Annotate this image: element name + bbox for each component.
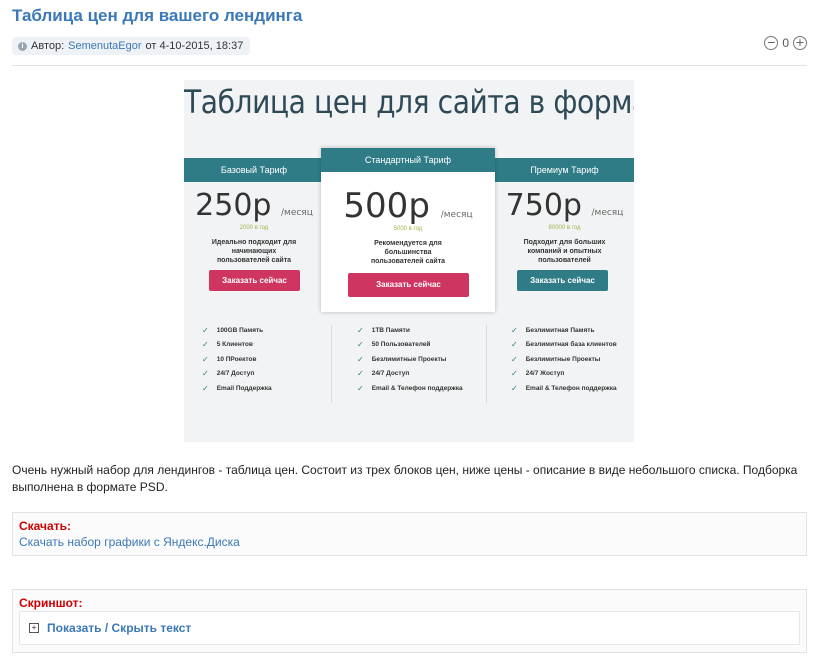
check-icon: ✓ — [357, 340, 364, 350]
meta-prefix: Автор: — [31, 40, 65, 52]
spoiler-toggle[interactable]: + Показать / Скрыть текст — [19, 611, 800, 645]
plan-year: 80000 в год — [548, 225, 581, 231]
article-meta: i Автор: SemenutaEgor от 4-10-2015, 18:3… — [12, 37, 251, 55]
rate-up-icon[interactable]: + — [793, 36, 807, 50]
check-icon: ✓ — [357, 383, 364, 393]
check-icon: ✓ — [202, 340, 209, 350]
rate-down-icon[interactable]: − — [764, 36, 779, 50]
download-label: Скачать: — [19, 519, 71, 533]
feature-list-basic: ✓ 100GB Память ✓ 5 Клиентов ✓ 10 ПРоектов ✓… — [202, 323, 272, 396]
info-icon: i — [18, 41, 27, 51]
feature-item: ✓ Безлимитные Проекты — [511, 354, 601, 364]
plan-price: 250р /месяц — [195, 188, 313, 223]
check-icon: ✓ — [357, 325, 364, 335]
check-icon: ✓ — [202, 325, 209, 335]
check-icon: ✓ — [511, 383, 518, 393]
check-icon: ✓ — [202, 383, 209, 393]
check-icon: ✓ — [202, 354, 209, 364]
screenshot-box: Скриншот: + Показать / Скрыть текст — [12, 589, 807, 653]
header-divider — [12, 65, 807, 66]
check-icon: ✓ — [202, 369, 209, 379]
plan-card-premium: Премиум Тариф 750р /месяц 80000 в год По… — [495, 158, 634, 308]
feature-item: ✓ 24/7 Доступ — [202, 369, 255, 379]
feature-item: ✓ Безлимитная Память — [511, 325, 595, 335]
feature-item: ✓ 5 Клиентов — [202, 340, 253, 350]
plan-price: 500р /месяц — [343, 186, 473, 226]
check-icon: ✓ — [511, 325, 518, 335]
feature-item: ✓ 1ТВ Памяти — [357, 325, 410, 335]
meta-date: от 4-10-2015, 18:37 — [145, 40, 244, 52]
article-description: Очень нужный набор для лендингов - табли… — [12, 463, 798, 494]
rating-widget: − 0 + — [764, 36, 807, 50]
feature-item: ✓ Email & Телефон поддержка — [511, 383, 617, 393]
plan-price: 750р /месяц — [505, 188, 624, 223]
feature-list-standard: ✓ 1ТВ Памяти ✓ 50 Пользователей ✓ Безлимитн… — [357, 323, 463, 396]
rating-value: 0 — [782, 36, 789, 50]
plan-name: Базовый Тариф — [220, 165, 288, 175]
feature-item: ✓ Email Поддержка — [202, 383, 272, 393]
screenshot-label: Скриншот: — [19, 596, 83, 610]
article-title[interactable]: Таблица цен для вашего лендинга — [12, 6, 302, 26]
feature-item: ✓ 10 ПРоектов — [202, 354, 257, 364]
feature-divider — [486, 325, 487, 403]
order-button: Заказать сейчас — [348, 273, 469, 297]
feature-list-premium: ✓ Безлимитная Память ✓ Безлимитная база кл… — [511, 323, 617, 396]
promo-heading: Таблица цен для сайта в формате PSD — [184, 83, 634, 121]
plan-desc: Рекомендуется для большинства пользователе… — [370, 240, 446, 265]
download-link[interactable]: Скачать набор графики с Яндекс.Диска — [19, 535, 240, 549]
order-button: Заказать сейчас — [209, 270, 300, 291]
feature-item: ✓ 24/7 Жоступ — [511, 369, 565, 379]
plan-year: 5000 в год — [393, 226, 423, 232]
promo-image: Таблица цен для сайта в формате PSD Базо… — [184, 80, 634, 442]
plan-desc: Идеально подходит для начинающих пользоват… — [211, 239, 297, 264]
author-link[interactable]: SemenutaEgor — [68, 40, 141, 52]
download-box: Скачать: Скачать набор графики с Яндекс.… — [12, 512, 807, 556]
feature-item: ✓ 100GB Память — [202, 325, 264, 335]
plan-name: Стандартный Тариф — [321, 148, 495, 172]
check-icon: ✓ — [511, 340, 518, 350]
plan-card-standard: Стандартный Тариф 500р /месяц 5000 в год… — [321, 148, 495, 312]
feature-item: ✓ Email & Телефон поддержка — [357, 383, 463, 393]
plan-year: 2000 в год — [239, 225, 269, 231]
spoiler-toggle-text[interactable]: Показать / Скрыть текст — [47, 621, 191, 635]
check-icon: ✓ — [511, 369, 518, 379]
feature-item: ✓ Безлимитная база клиентов — [511, 340, 617, 350]
feature-item: ✓ 50 Пользователей — [357, 340, 431, 350]
plan-name: Премиум Тариф — [530, 165, 599, 175]
feature-divider — [331, 325, 332, 403]
plan-desc: Подходит для больших компаний и опытных по… — [523, 239, 606, 264]
order-button: Заказать сейчас — [517, 270, 608, 291]
check-icon: ✓ — [511, 354, 518, 364]
feature-item: ✓ 24/7 Доступ — [357, 369, 410, 379]
check-icon: ✓ — [357, 369, 364, 379]
expand-plus-icon[interactable]: + — [29, 623, 39, 633]
check-icon: ✓ — [357, 354, 364, 364]
feature-item: ✓ Безлимитные Проекты — [357, 354, 447, 364]
plan-card-basic: Базовый Тариф 250р /месяц 2000 в год Иде… — [184, 158, 324, 308]
